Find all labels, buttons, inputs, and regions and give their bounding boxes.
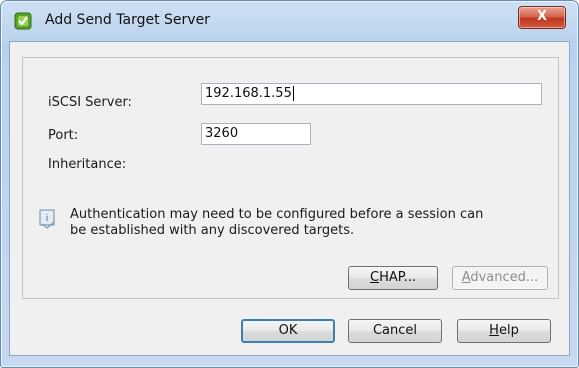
cancel-button[interactable]: Cancel: [348, 319, 442, 343]
window-title: Add Send Target Server: [45, 12, 210, 28]
iscsi-server-value: 192.168.1.55: [205, 86, 292, 101]
text-caret: [292, 86, 294, 101]
inheritance-label: Inheritance:: [48, 157, 127, 172]
chap-label-rest: HAP...: [379, 270, 416, 285]
port-input[interactable]: 3260: [201, 123, 311, 145]
help-label-rest: elp: [498, 323, 519, 338]
info-icon: i: [38, 208, 58, 230]
info-line-1: Authentication may need to be configured…: [70, 207, 484, 222]
iscsi-server-label: iSCSI Server:: [48, 95, 132, 110]
chap-mnemonic: C: [370, 270, 380, 285]
svg-text:i: i: [46, 214, 49, 224]
dialog-window: Add Send Target Server X iSCSI Server: 1…: [0, 0, 579, 368]
info-line-2: be established with any discovered targe…: [70, 223, 355, 238]
close-icon: X: [536, 9, 548, 24]
help-mnemonic: H: [489, 323, 499, 338]
advanced-button[interactable]: Advanced...: [452, 266, 548, 290]
vsphere-app-icon: [14, 12, 32, 30]
info-message: Authentication may need to be configured…: [70, 207, 520, 239]
dialog-body: iSCSI Server: 192.168.1.55 Port: 3260 In…: [9, 41, 570, 356]
title-bar[interactable]: Add Send Target Server X: [1, 1, 578, 41]
help-button[interactable]: Help: [457, 319, 551, 343]
port-value: 3260: [205, 126, 239, 141]
chap-button[interactable]: CHAP...: [348, 266, 438, 290]
settings-pane: iSCSI Server: 192.168.1.55 Port: 3260 In…: [22, 57, 559, 299]
advanced-label-rest: dvanced...: [470, 270, 539, 285]
port-label: Port:: [48, 128, 79, 143]
ok-button[interactable]: OK: [241, 319, 335, 343]
close-button[interactable]: X: [518, 6, 566, 29]
iscsi-server-input[interactable]: 192.168.1.55: [201, 83, 542, 105]
